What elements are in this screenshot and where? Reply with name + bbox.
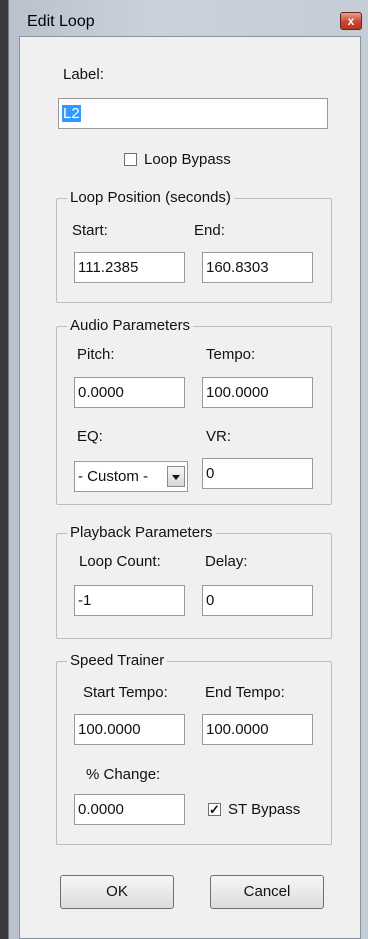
window-title: Edit Loop [27,13,95,30]
loop-bypass-label: Loop Bypass [144,151,231,168]
tempo-input[interactable]: 100.0000 [202,377,313,408]
end-tempo-input[interactable]: 100.0000 [202,714,313,745]
playback-parameters-legend: Playback Parameters [67,524,216,541]
eq-label: EQ: [77,428,103,445]
st-bypass-checkbox[interactable]: ✓ [208,803,221,816]
dialog-client-area: Label: L2 Loop Bypass Loop Position (sec… [19,36,361,939]
loop-bypass-checkbox[interactable] [124,153,137,166]
vr-input[interactable]: 0 [202,458,313,489]
ok-button[interactable]: OK [60,875,174,909]
title-bar[interactable]: Edit Loop x [9,0,368,36]
pitch-label: Pitch: [77,346,115,363]
change-input[interactable]: 0.0000 [74,794,185,825]
vr-label: VR: [206,428,232,445]
speed-trainer-legend: Speed Trainer [67,652,168,669]
loop-position-group: Loop Position (seconds) [56,189,332,303]
start-label: Start: [72,222,108,239]
label-caption: Label: [63,66,104,83]
loop-position-legend: Loop Position (seconds) [67,189,234,206]
end-input[interactable]: 160.8303 [202,252,313,283]
tempo-label: Tempo: [206,346,256,363]
loop-count-label: Loop Count: [79,553,161,570]
audio-parameters-legend: Audio Parameters [67,317,194,334]
start-tempo-label: Start Tempo: [83,684,168,701]
eq-select-value: - Custom - [78,468,149,485]
chevron-down-icon[interactable] [167,466,185,487]
end-label: End: [194,222,225,239]
delay-input[interactable]: 0 [202,585,313,616]
end-tempo-label: End Tempo: [205,684,285,701]
eq-select[interactable]: - Custom - [74,461,188,492]
start-input[interactable]: 111.2385 [74,252,185,283]
pitch-input[interactable]: 0.0000 [74,377,185,408]
edit-loop-window: Edit Loop x Label: L2 Loop Bypass Loop P… [8,0,368,939]
start-tempo-input[interactable]: 100.0000 [74,714,185,745]
loop-count-input[interactable]: -1 [74,585,185,616]
cancel-button[interactable]: Cancel [210,875,324,909]
st-bypass-label: ST Bypass [228,801,301,818]
label-input-value: L2 [62,105,81,122]
change-label: % Change: [86,766,161,783]
close-icon: x [347,14,355,28]
checkmark-icon: ✓ [209,802,220,817]
close-button[interactable]: x [340,12,362,30]
delay-label: Delay: [205,553,248,570]
label-input[interactable]: L2 [58,98,328,129]
